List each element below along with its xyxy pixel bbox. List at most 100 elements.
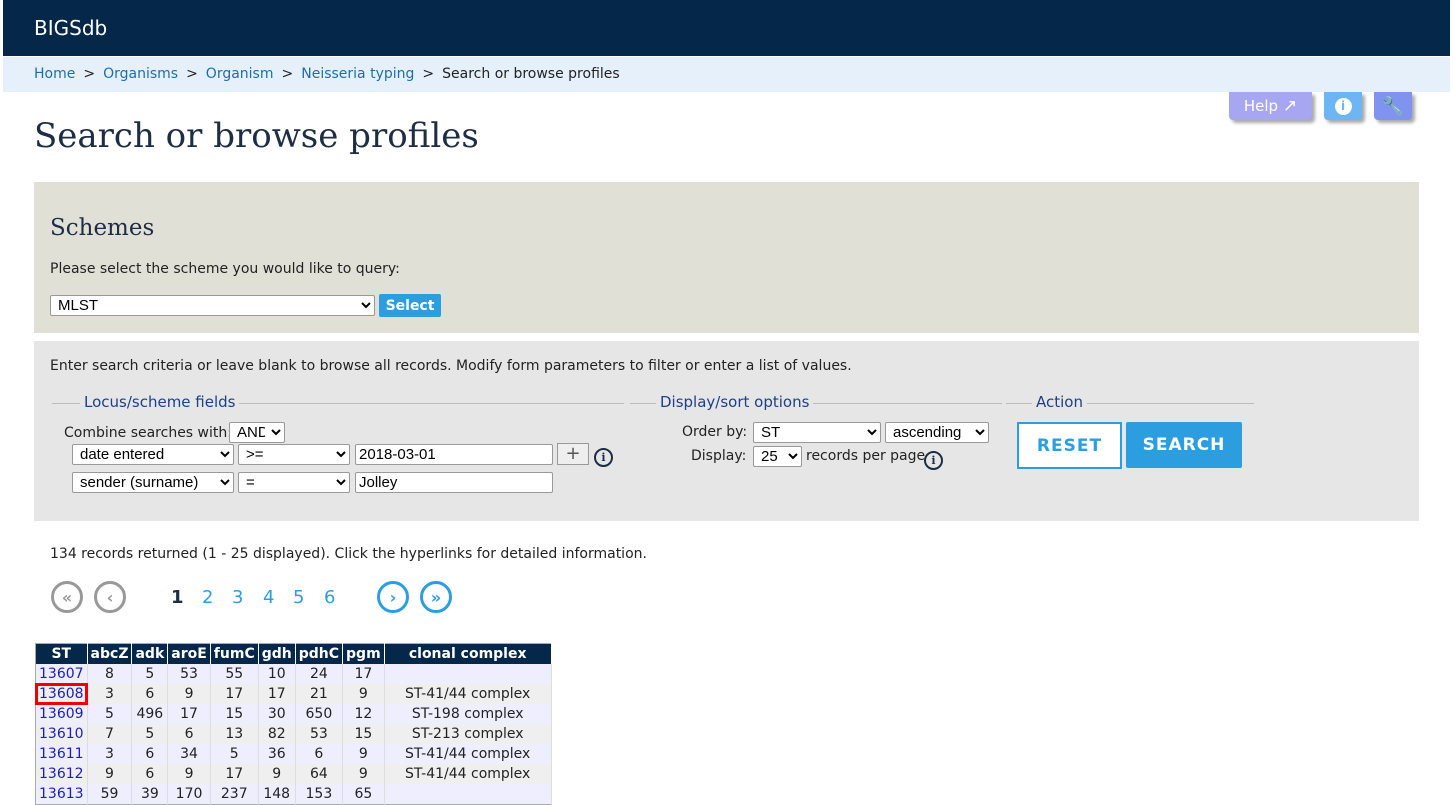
results-table: ST abcZ adk aroE fumC gdh pdhC pgm clonal comple… bbox=[34, 643, 552, 805]
app-header: BIGSdb bbox=[3, 0, 1450, 56]
allele-cell: 5 bbox=[131, 724, 169, 744]
st-link[interactable]: 13609 bbox=[39, 706, 84, 722]
st-cell: 13612 bbox=[35, 764, 88, 784]
field-select-2[interactable]: sender (surname) bbox=[72, 472, 234, 493]
allele-cell: 650 bbox=[295, 704, 344, 724]
allele-cell: 9 bbox=[87, 764, 133, 784]
clonal-complex-cell: ST-41/44 complex bbox=[384, 684, 552, 704]
clonal-complex-cell bbox=[384, 784, 552, 805]
allele-cell: 9 bbox=[167, 764, 211, 784]
table-row: 13613 59 39 170 237 148 153 65 bbox=[35, 784, 552, 805]
direction-select[interactable]: ascending bbox=[885, 422, 989, 443]
column-header: aroE bbox=[167, 643, 211, 664]
info-icon[interactable]: i bbox=[594, 448, 613, 467]
combine-label: Combine searches with: bbox=[64, 425, 232, 441]
operator-select-2[interactable]: = bbox=[238, 472, 350, 493]
help-label: Help bbox=[1243, 97, 1279, 115]
reset-button[interactable]: RESET bbox=[1017, 422, 1122, 469]
allele-cell: 39 bbox=[131, 784, 169, 805]
allele-cell: 15 bbox=[342, 724, 385, 744]
allele-cell: 9 bbox=[342, 764, 385, 784]
order-label: Order by: bbox=[682, 424, 748, 440]
column-header: pgm bbox=[342, 643, 385, 664]
clonal-complex-cell: ST-198 complex bbox=[384, 704, 552, 724]
first-page-button[interactable]: « bbox=[51, 581, 83, 613]
value-input-2[interactable] bbox=[355, 472, 553, 493]
per-page-label: records per page bbox=[806, 448, 926, 464]
info-icon[interactable]: i bbox=[924, 451, 943, 470]
page-1: 1 bbox=[171, 587, 184, 608]
st-link[interactable]: 13612 bbox=[39, 766, 84, 782]
separator: > bbox=[186, 66, 198, 82]
tools-button[interactable]: 🔧 bbox=[1374, 92, 1412, 120]
allele-cell: 6 bbox=[131, 764, 169, 784]
separator: > bbox=[281, 66, 294, 82]
column-header: clonal complex bbox=[384, 643, 552, 664]
help-button[interactable]: Help ↗ bbox=[1229, 92, 1312, 120]
allele-cell: 8 bbox=[87, 664, 133, 684]
st-link[interactable]: 13608 bbox=[39, 686, 84, 702]
allele-cell: 12 bbox=[342, 704, 385, 724]
page-title: Search or browse profiles bbox=[34, 116, 479, 156]
select-button[interactable]: Select bbox=[379, 294, 441, 317]
app-title[interactable]: BIGSdb bbox=[34, 16, 107, 40]
info-button[interactable]: i bbox=[1324, 92, 1362, 120]
allele-cell: 6 bbox=[167, 724, 211, 744]
allele-cell: 55 bbox=[210, 664, 259, 684]
display-select[interactable]: 25 bbox=[753, 446, 802, 467]
field-select-1[interactable]: date entered bbox=[72, 444, 234, 465]
separator: > bbox=[83, 66, 96, 82]
order-select[interactable]: ST bbox=[753, 422, 881, 443]
schemes-heading: Schemes bbox=[50, 215, 155, 241]
allele-cell: 65 bbox=[342, 784, 385, 805]
search-intro: Enter search criteria or leave blank to … bbox=[50, 358, 852, 374]
table-row: 13608 3 6 9 17 17 21 9 ST-41/44 complex bbox=[34, 683, 552, 705]
page-4[interactable]: 4 bbox=[263, 587, 274, 608]
external-link-icon: ↗ bbox=[1282, 96, 1298, 116]
page-5[interactable]: 5 bbox=[293, 587, 304, 608]
action-legend: Action bbox=[1032, 393, 1087, 411]
st-link[interactable]: 13610 bbox=[39, 726, 84, 742]
breadcrumb-organisms[interactable]: Organisms bbox=[103, 66, 178, 82]
schemes-panel: Schemes Please select the scheme you wou… bbox=[34, 182, 1419, 333]
clonal-complex-cell: ST-213 complex bbox=[384, 724, 552, 744]
last-page-button[interactable]: » bbox=[420, 581, 452, 613]
st-link[interactable]: 13607 bbox=[39, 666, 84, 682]
breadcrumb-organism[interactable]: Organism bbox=[206, 66, 274, 82]
add-row-button[interactable]: + bbox=[557, 443, 589, 465]
next-page-button[interactable]: › bbox=[377, 581, 409, 613]
allele-cell: 237 bbox=[210, 784, 259, 805]
allele-cell: 5 bbox=[210, 744, 259, 764]
allele-cell: 13 bbox=[210, 724, 259, 744]
allele-cell: 64 bbox=[295, 764, 344, 784]
allele-cell: 82 bbox=[258, 724, 296, 744]
allele-cell: 496 bbox=[131, 704, 169, 724]
column-header: fumC bbox=[210, 643, 259, 664]
allele-cell: 36 bbox=[258, 744, 296, 764]
allele-cell: 17 bbox=[210, 764, 259, 784]
table-header: ST abcZ adk aroE fumC gdh pdhC pgm clonal comple… bbox=[35, 643, 552, 664]
allele-cell: 9 bbox=[167, 684, 211, 704]
st-link[interactable]: 13613 bbox=[39, 786, 84, 802]
page-3[interactable]: 3 bbox=[232, 587, 243, 608]
st-link[interactable]: 13611 bbox=[39, 746, 84, 762]
breadcrumb-neisseria-typing[interactable]: Neisseria typing bbox=[301, 66, 414, 82]
allele-cell: 6 bbox=[295, 744, 344, 764]
breadcrumb-home[interactable]: Home bbox=[34, 66, 75, 82]
allele-cell: 5 bbox=[87, 704, 133, 724]
operator-select-1[interactable]: >= bbox=[238, 444, 350, 465]
clonal-complex-cell bbox=[384, 664, 552, 684]
page-6[interactable]: 6 bbox=[324, 587, 335, 608]
allele-cell: 17 bbox=[258, 684, 296, 704]
value-input-1[interactable] bbox=[355, 444, 553, 465]
st-cell: 13611 bbox=[35, 744, 88, 764]
search-panel: Enter search criteria or leave blank to … bbox=[34, 341, 1419, 521]
combine-select[interactable]: AND bbox=[229, 422, 285, 443]
search-button[interactable]: SEARCH bbox=[1126, 422, 1242, 468]
clonal-complex-cell: ST-41/44 complex bbox=[384, 764, 552, 784]
allele-cell: 148 bbox=[258, 784, 296, 805]
separator: > bbox=[422, 66, 435, 82]
scheme-select[interactable]: MLST bbox=[50, 295, 375, 316]
page-2[interactable]: 2 bbox=[202, 587, 213, 608]
previous-page-button[interactable]: ‹ bbox=[94, 581, 126, 613]
